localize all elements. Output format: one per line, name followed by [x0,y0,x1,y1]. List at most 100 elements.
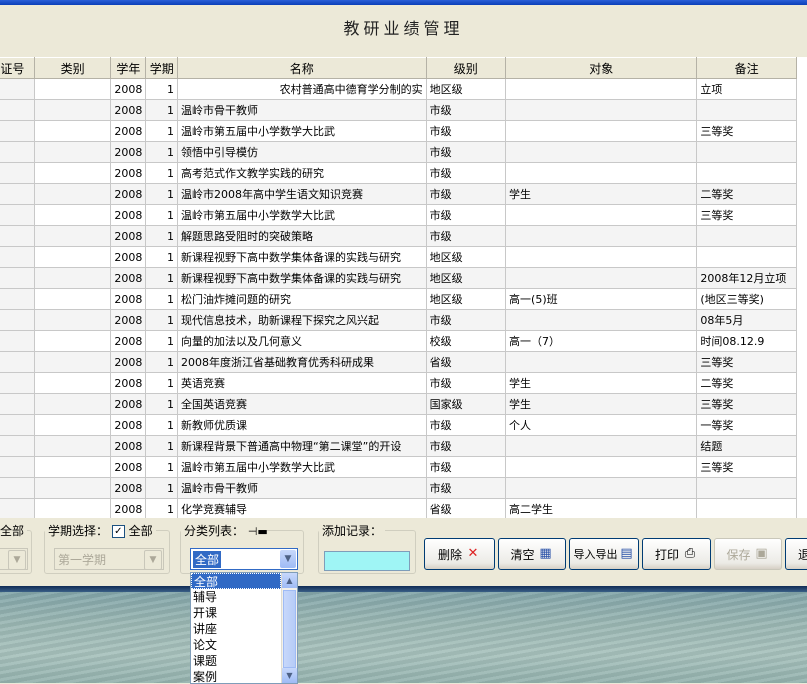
table-row[interactable]: 2008 1 解题思路受阻时的突破策略 市级 [0,225,797,247]
cell-remark[interactable] [696,246,797,268]
table-row[interactable]: 2008 1 新课程背景下普通高中物理“第二课堂”的开设 市级 结题 [0,435,797,457]
cell-level[interactable]: 市级 [426,141,507,163]
cell-category[interactable] [34,204,112,226]
cell-year[interactable]: 2008 [110,456,147,478]
table-row[interactable]: 2008 1 向量的加法以及几何意义 校级 高一（7） 时间08.12.9 [0,330,797,352]
import-export-button[interactable]: 导入导出 ▤ [569,538,639,570]
cell-name[interactable]: 新教师优质课 [177,414,427,436]
cell-name[interactable]: 新课程视野下高中数学集体备课的实践与研究 [177,267,427,289]
scroll-thumb[interactable] [283,590,296,668]
cell-remark[interactable]: 二等奖 [696,372,797,394]
cell-year[interactable]: 2008 [110,498,147,518]
cell-category[interactable] [34,162,112,184]
cell-level[interactable]: 市级 [426,372,507,394]
cell-name[interactable]: 英语竞赛 [177,372,427,394]
column-header[interactable]: 对象 [505,57,698,79]
cell-level[interactable]: 市级 [426,99,507,121]
cell-id[interactable] [0,477,35,499]
cell-year[interactable]: 2008 [110,288,147,310]
cell-target[interactable]: 学生 [505,393,698,415]
cell-id[interactable] [0,141,35,163]
cell-term[interactable]: 1 [145,204,178,226]
cell-term[interactable]: 1 [145,99,178,121]
cell-level[interactable]: 地区级 [426,78,507,100]
cell-year[interactable]: 2008 [110,162,147,184]
cell-remark[interactable]: (地区三等奖) [696,288,797,310]
cell-name[interactable]: 全国英语竞赛 [177,393,427,415]
cell-category[interactable] [34,288,112,310]
cell-level[interactable]: 市级 [426,183,507,205]
cell-term[interactable]: 1 [145,393,178,415]
dropdown-option[interactable]: 开课 [191,605,283,621]
cell-target[interactable]: 学生 [505,183,698,205]
column-header[interactable]: 证号 [0,57,35,79]
scroll-up-icon[interactable]: ▲ [282,573,297,588]
dropdown-scrollbar[interactable]: ▲ ▼ [281,573,297,683]
cell-target[interactable] [505,246,698,268]
delete-button[interactable]: 删除 ✕ [424,538,495,570]
cell-id[interactable] [0,414,35,436]
cell-remark[interactable] [696,162,797,184]
dropdown-option[interactable]: 讲座 [191,621,283,637]
cell-name[interactable]: 领悟中引导模仿 [177,141,427,163]
cell-name[interactable]: 2008年度浙江省基础教育优秀科研成果 [177,351,427,373]
cell-level[interactable]: 市级 [426,225,507,247]
exit-button[interactable]: 退 [785,538,807,570]
cell-remark[interactable] [696,477,797,499]
cell-name[interactable]: 高考范式作文教学实践的研究 [177,162,427,184]
table-row[interactable]: 2008 1 领悟中引导模仿 市级 [0,141,797,163]
cell-name[interactable]: 向量的加法以及几何意义 [177,330,427,352]
cell-id[interactable] [0,162,35,184]
clear-button[interactable]: 清空 ▦ [498,538,566,570]
save-button[interactable]: 保存 ▣ [714,538,782,570]
cell-target[interactable] [505,99,698,121]
cell-id[interactable] [0,498,35,518]
cell-year[interactable]: 2008 [110,120,147,142]
cell-target[interactable]: 高二学生 [505,498,698,518]
cell-id[interactable] [0,393,35,415]
cell-id[interactable] [0,309,35,331]
cell-target[interactable] [505,162,698,184]
cell-id[interactable] [0,78,35,100]
cell-name[interactable]: 温岭市第五届中小学数学大比武 [177,204,427,226]
cell-id[interactable] [0,456,35,478]
cell-term[interactable]: 1 [145,456,178,478]
cell-id[interactable] [0,225,35,247]
cell-term[interactable]: 1 [145,330,178,352]
table-row[interactable]: 2008 1 现代信息技术，助新课程下探究之风兴起 市级 08年5月 [0,309,797,331]
cell-remark[interactable] [696,498,797,518]
cell-target[interactable] [505,477,698,499]
cell-year[interactable]: 2008 [110,435,147,457]
column-header[interactable]: 类别 [33,57,112,79]
cell-level[interactable]: 国家级 [426,393,507,415]
cell-term[interactable]: 1 [145,78,178,100]
cell-id[interactable] [0,204,35,226]
dropdown-option[interactable]: 辅导 [191,589,283,605]
cell-term[interactable]: 1 [145,225,178,247]
table-row[interactable]: 2008 1 2008年度浙江省基础教育优秀科研成果 省级 三等奖 [0,351,797,373]
cell-term[interactable]: 1 [145,498,178,518]
cell-category[interactable] [34,435,112,457]
cell-name[interactable]: 新课程背景下普通高中物理“第二课堂”的开设 [177,435,427,457]
cell-level[interactable]: 市级 [426,414,507,436]
cell-target[interactable] [505,120,698,142]
cell-level[interactable]: 市级 [426,204,507,226]
cell-remark[interactable] [696,141,797,163]
cell-name[interactable]: 化学竞赛辅导 [177,498,427,518]
column-header[interactable]: 学年 [110,57,147,79]
cell-target[interactable] [505,204,698,226]
table-row[interactable]: 2008 1 农村普通高中德育学分制的实 地区级 立项 [0,78,797,100]
cell-level[interactable]: 市级 [426,309,507,331]
cell-id[interactable] [0,120,35,142]
table-row[interactable]: 2008 1 化学竞赛辅导 省级 高二学生 [0,498,797,518]
cell-id[interactable] [0,435,35,457]
cell-name[interactable]: 解题思路受阻时的突破策略 [177,225,427,247]
cell-category[interactable] [34,267,112,289]
cell-category[interactable] [34,351,112,373]
cell-target[interactable] [505,225,698,247]
cell-year[interactable]: 2008 [110,78,147,100]
cell-id[interactable] [0,99,35,121]
cell-id[interactable] [0,351,35,373]
cell-target[interactable] [505,309,698,331]
cell-category[interactable] [34,141,112,163]
